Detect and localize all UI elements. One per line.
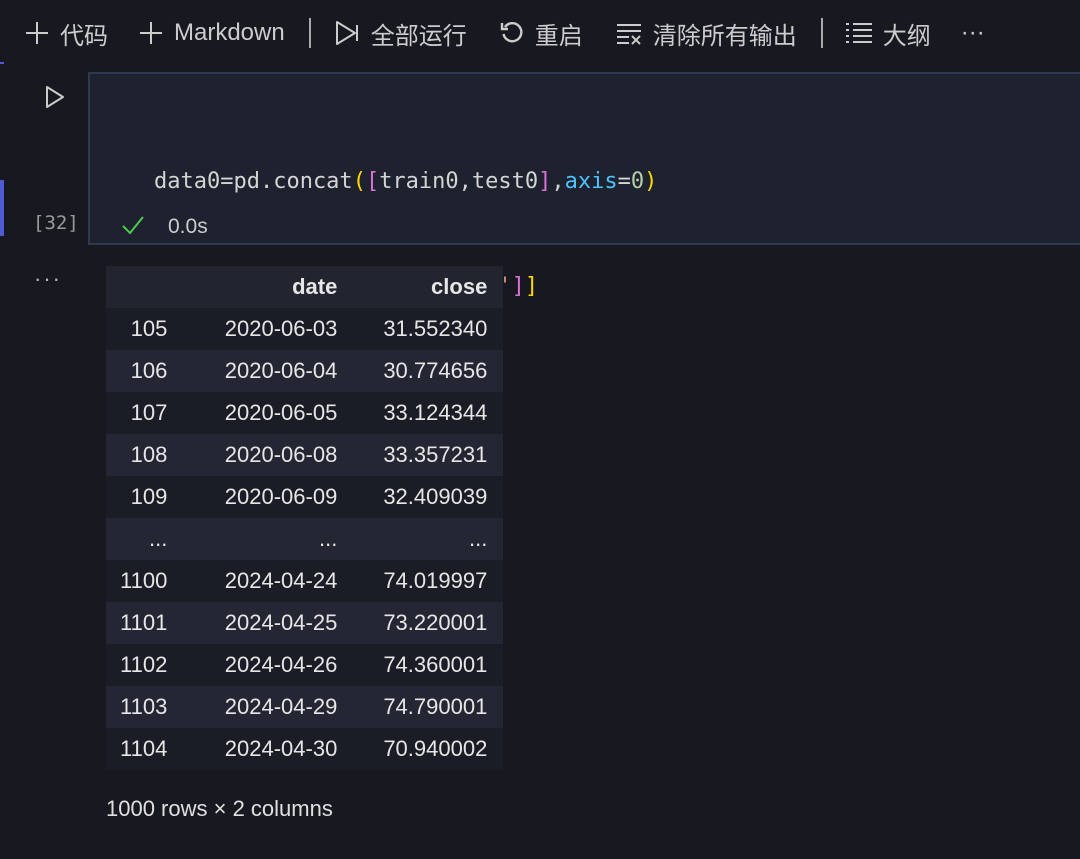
checkmark-icon	[120, 214, 146, 241]
index-header	[106, 266, 184, 308]
outline-icon	[845, 21, 873, 45]
clear-outputs-icon	[615, 20, 643, 46]
cell-date: 2020-06-08	[224, 442, 338, 467]
outline-button[interactable]: 大纲	[845, 13, 931, 53]
table-row: 1104 2024-04-30 70.940002	[106, 728, 504, 770]
clear-outputs-label: 清除所有输出	[652, 22, 797, 50]
cell-date: 2024-04-25	[224, 610, 338, 635]
table-row: .........	[106, 518, 504, 560]
restart-icon	[499, 20, 525, 46]
run-all-button[interactable]: 全部运行	[333, 13, 467, 53]
cell-close: 33.357231	[383, 442, 488, 467]
row-index: ...	[148, 526, 168, 551]
table-row: 1101 2024-04-25 73.220001	[106, 602, 504, 644]
table-row: 1100 2024-04-24 74.019997	[106, 560, 504, 602]
cell-date: 2020-06-05	[224, 400, 338, 425]
cell-close: ...	[468, 526, 488, 551]
cell-date: 2020-06-04	[224, 358, 338, 383]
plus-icon	[138, 20, 164, 46]
run-all-label: 全部运行	[370, 22, 467, 50]
restart-label: 重启	[534, 22, 583, 50]
cell-date: 2024-04-24	[224, 568, 338, 593]
outline-label: 大纲	[882, 22, 931, 50]
run-cell-icon	[43, 84, 67, 115]
cell-close: 73.220001	[383, 610, 488, 635]
table-row: 1103 2024-04-29 74.790001	[106, 686, 504, 728]
row-index: 108	[130, 442, 168, 467]
add-code-cell-button[interactable]: 代码	[24, 13, 108, 53]
row-index: 1101	[120, 610, 168, 635]
table-row: 109 2020-06-09 32.409039	[106, 476, 504, 518]
code-line: data0=pd.concat([train0,test0],axis=0)	[154, 169, 658, 194]
run-cell-button[interactable]	[40, 84, 70, 114]
table-row: 107 2020-06-05 33.124344	[106, 392, 504, 434]
cell-close: 31.552340	[383, 316, 488, 341]
execution-count: [32]	[33, 212, 79, 234]
table-row: 1102 2024-04-26 74.360001	[106, 644, 504, 686]
gutter-accent-bar	[0, 62, 4, 64]
notebook-editor: 代码 Markdown 全部运行 重启 清除所有输出 大纲 ··· [32] d…	[0, 0, 1080, 859]
restart-kernel-button[interactable]: 重启	[499, 13, 583, 53]
column-header-close: close	[353, 266, 504, 308]
row-index: 109	[130, 484, 168, 509]
cell-close: 70.940002	[383, 736, 488, 761]
cell-status: 0.0s	[120, 210, 208, 244]
row-index: 1100	[120, 568, 168, 593]
table-row: 108 2020-06-08 33.357231	[106, 434, 504, 476]
plus-icon	[24, 20, 50, 46]
cell-close: 32.409039	[383, 484, 488, 509]
toolbar-divider	[308, 18, 311, 48]
cell-date: 2020-06-09	[224, 484, 338, 509]
cell-date: 2024-04-29	[224, 694, 338, 719]
cell-close: 74.360001	[383, 652, 488, 677]
table-row: 105 2020-06-03 31.552340	[106, 308, 504, 350]
run-all-icon	[333, 19, 361, 47]
more-label: ···	[960, 19, 985, 46]
row-index: 1104	[120, 736, 168, 761]
cell-close: 74.019997	[383, 568, 488, 593]
cell-close: 30.774656	[383, 358, 488, 383]
row-index: 105	[130, 316, 168, 341]
cell-close: 33.124344	[383, 400, 488, 425]
table-row: 106 2020-06-04 30.774656	[106, 350, 504, 392]
clear-all-outputs-button[interactable]: 清除所有输出	[615, 13, 797, 53]
row-index: 106	[130, 358, 168, 383]
add-markdown-cell-button[interactable]: Markdown	[138, 13, 285, 53]
toolbar-divider	[820, 18, 823, 48]
row-index: 107	[130, 400, 168, 425]
dataframe-shape: 1000 rows × 2 columns	[106, 796, 333, 821]
row-index: 1102	[120, 652, 168, 677]
dataframe-table: date close 105 2020-06-03 31.552340 106 2020…	[106, 266, 504, 770]
cell-date: ...	[318, 526, 338, 551]
cell-close: 74.790001	[383, 694, 488, 719]
cell-date: 2024-04-26	[224, 652, 338, 677]
cell-date: 2024-04-30	[224, 736, 338, 761]
output-actions-button[interactable]: ···	[34, 266, 62, 292]
gutter-accent-bar	[0, 180, 4, 236]
more-actions-button[interactable]: ···	[961, 13, 985, 53]
add-markdown-label: Markdown	[174, 19, 285, 46]
table-body: 105 2020-06-03 31.552340 106 2020-06-04 30.77…	[106, 308, 504, 770]
add-code-label: 代码	[60, 22, 108, 50]
column-header-date: date	[183, 266, 354, 308]
cell-date: 2020-06-03	[224, 316, 338, 341]
row-index: 1103	[120, 694, 168, 719]
notebook-toolbar: 代码 Markdown 全部运行 重启 清除所有输出 大纲 ···	[0, 0, 1080, 66]
execution-time: 0.0s	[168, 215, 208, 238]
table-header-row: date close	[106, 266, 504, 308]
